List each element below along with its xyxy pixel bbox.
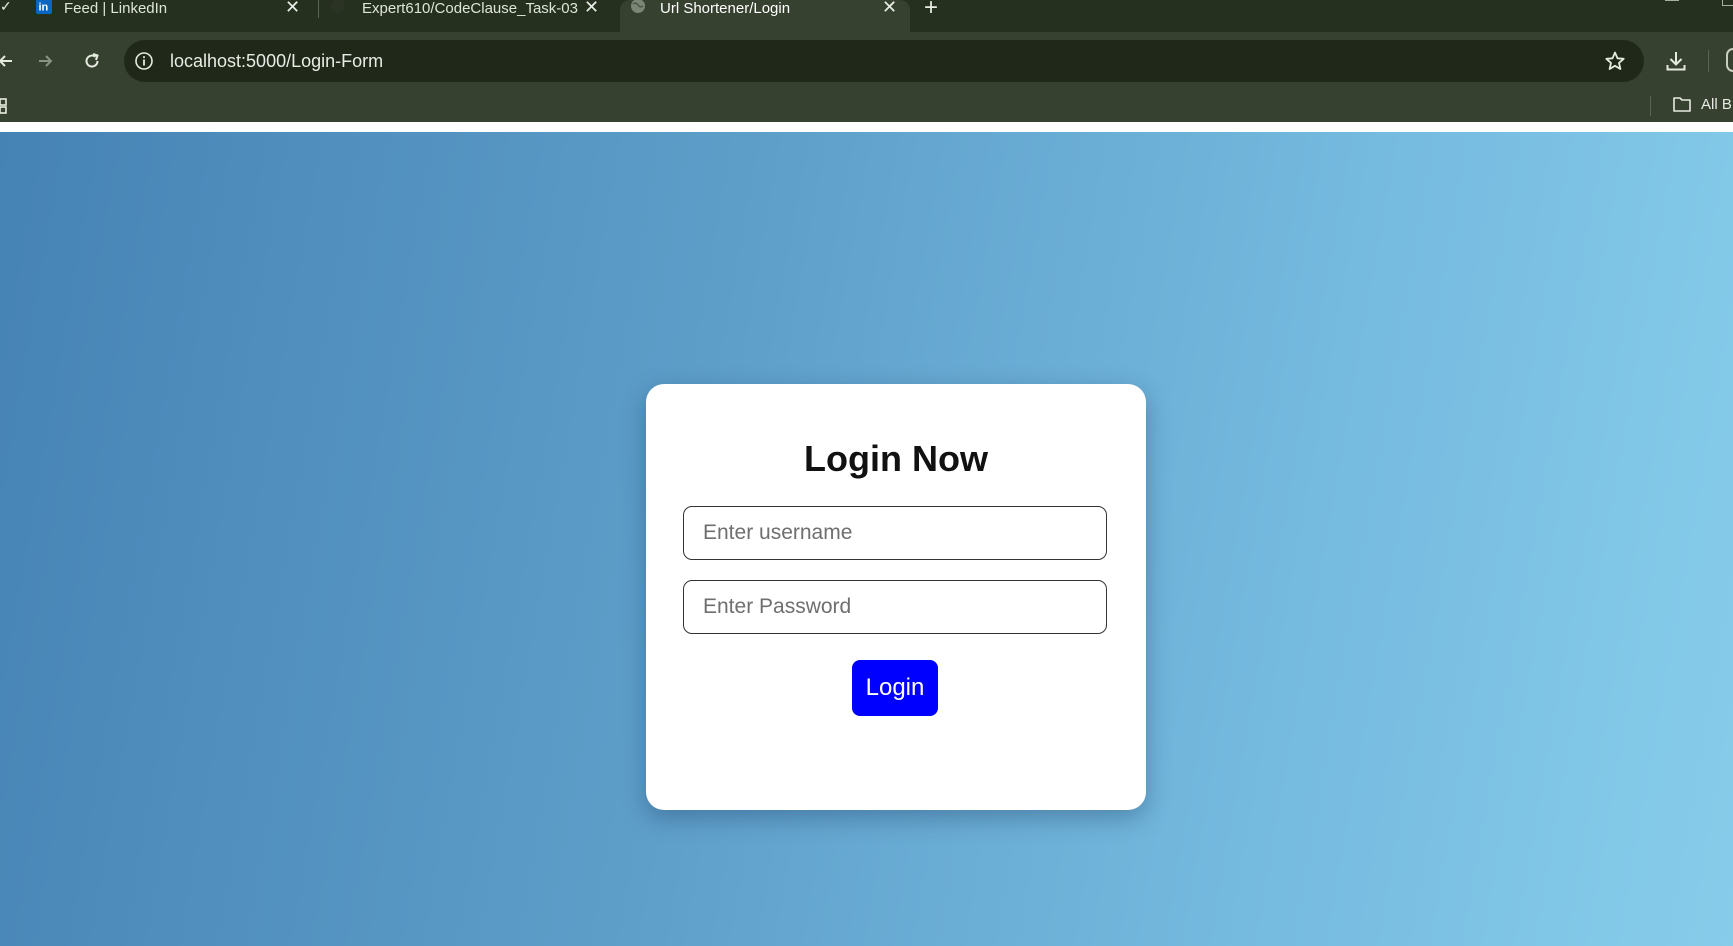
tab-strip: ✓ in Feed | LinkedIn ✕ Expert610/CodeCla… xyxy=(0,0,1733,32)
arrow-right-icon xyxy=(39,55,53,67)
reload-icon xyxy=(85,53,99,68)
all-bookmarks-button[interactable]: All B xyxy=(1672,95,1732,113)
tab-divider xyxy=(318,0,319,18)
tab-github[interactable]: Expert610/CodeClause_Task-03 ✕ xyxy=(320,0,620,32)
bookmark-star-icon[interactable] xyxy=(1604,50,1626,72)
bookmarks-divider xyxy=(1650,96,1651,116)
apps-grid-icon[interactable] xyxy=(0,98,8,114)
maximize-icon[interactable] xyxy=(1722,0,1733,6)
back-button[interactable] xyxy=(0,47,20,75)
password-input[interactable] xyxy=(683,580,1107,634)
login-button[interactable]: Login xyxy=(852,660,938,716)
folder-icon xyxy=(1673,97,1691,112)
arrow-left-icon xyxy=(0,55,12,67)
new-tab-button[interactable]: + xyxy=(924,0,938,22)
close-tab-icon[interactable]: ✕ xyxy=(584,0,599,16)
github-icon xyxy=(331,0,345,13)
address-url[interactable]: localhost:5000/Login-Form xyxy=(170,51,383,72)
address-bar[interactable]: localhost:5000/Login-Form xyxy=(124,40,1644,82)
close-tab-icon[interactable]: ✕ xyxy=(882,0,897,16)
close-tab-icon[interactable]: ✕ xyxy=(285,0,300,16)
page-viewport: Login Now Login xyxy=(0,132,1733,946)
reload-button[interactable] xyxy=(78,47,106,75)
tab-title: Feed | LinkedIn xyxy=(64,0,168,17)
profile-icon[interactable] xyxy=(1726,48,1733,72)
minimize-icon[interactable] xyxy=(1665,0,1679,1)
toolbar-divider xyxy=(1708,50,1709,72)
username-input[interactable] xyxy=(683,506,1107,560)
login-title: Login Now xyxy=(804,438,988,479)
tab-title: Url Shortener/Login xyxy=(660,0,791,17)
login-card: Login Now Login xyxy=(646,384,1146,810)
linkedin-icon: in xyxy=(36,0,52,14)
tab-title: Expert610/CodeClause_Task-03 xyxy=(362,0,578,17)
browser-toolbar: localhost:5000/Login-Form All B xyxy=(0,32,1733,122)
globe-icon xyxy=(631,0,645,13)
info-icon[interactable] xyxy=(134,51,154,71)
tab-linkedin[interactable]: in Feed | LinkedIn ✕ xyxy=(0,0,310,32)
all-bookmarks-label: All B xyxy=(1701,95,1732,113)
browser-window: ✓ in Feed | LinkedIn ✕ Expert610/CodeCla… xyxy=(0,0,1733,946)
forward-button[interactable] xyxy=(31,47,59,75)
download-icon[interactable] xyxy=(1664,49,1688,73)
svg-text:in: in xyxy=(39,2,49,14)
tab-url-shortener[interactable]: Url Shortener/Login ✕ xyxy=(620,0,910,32)
